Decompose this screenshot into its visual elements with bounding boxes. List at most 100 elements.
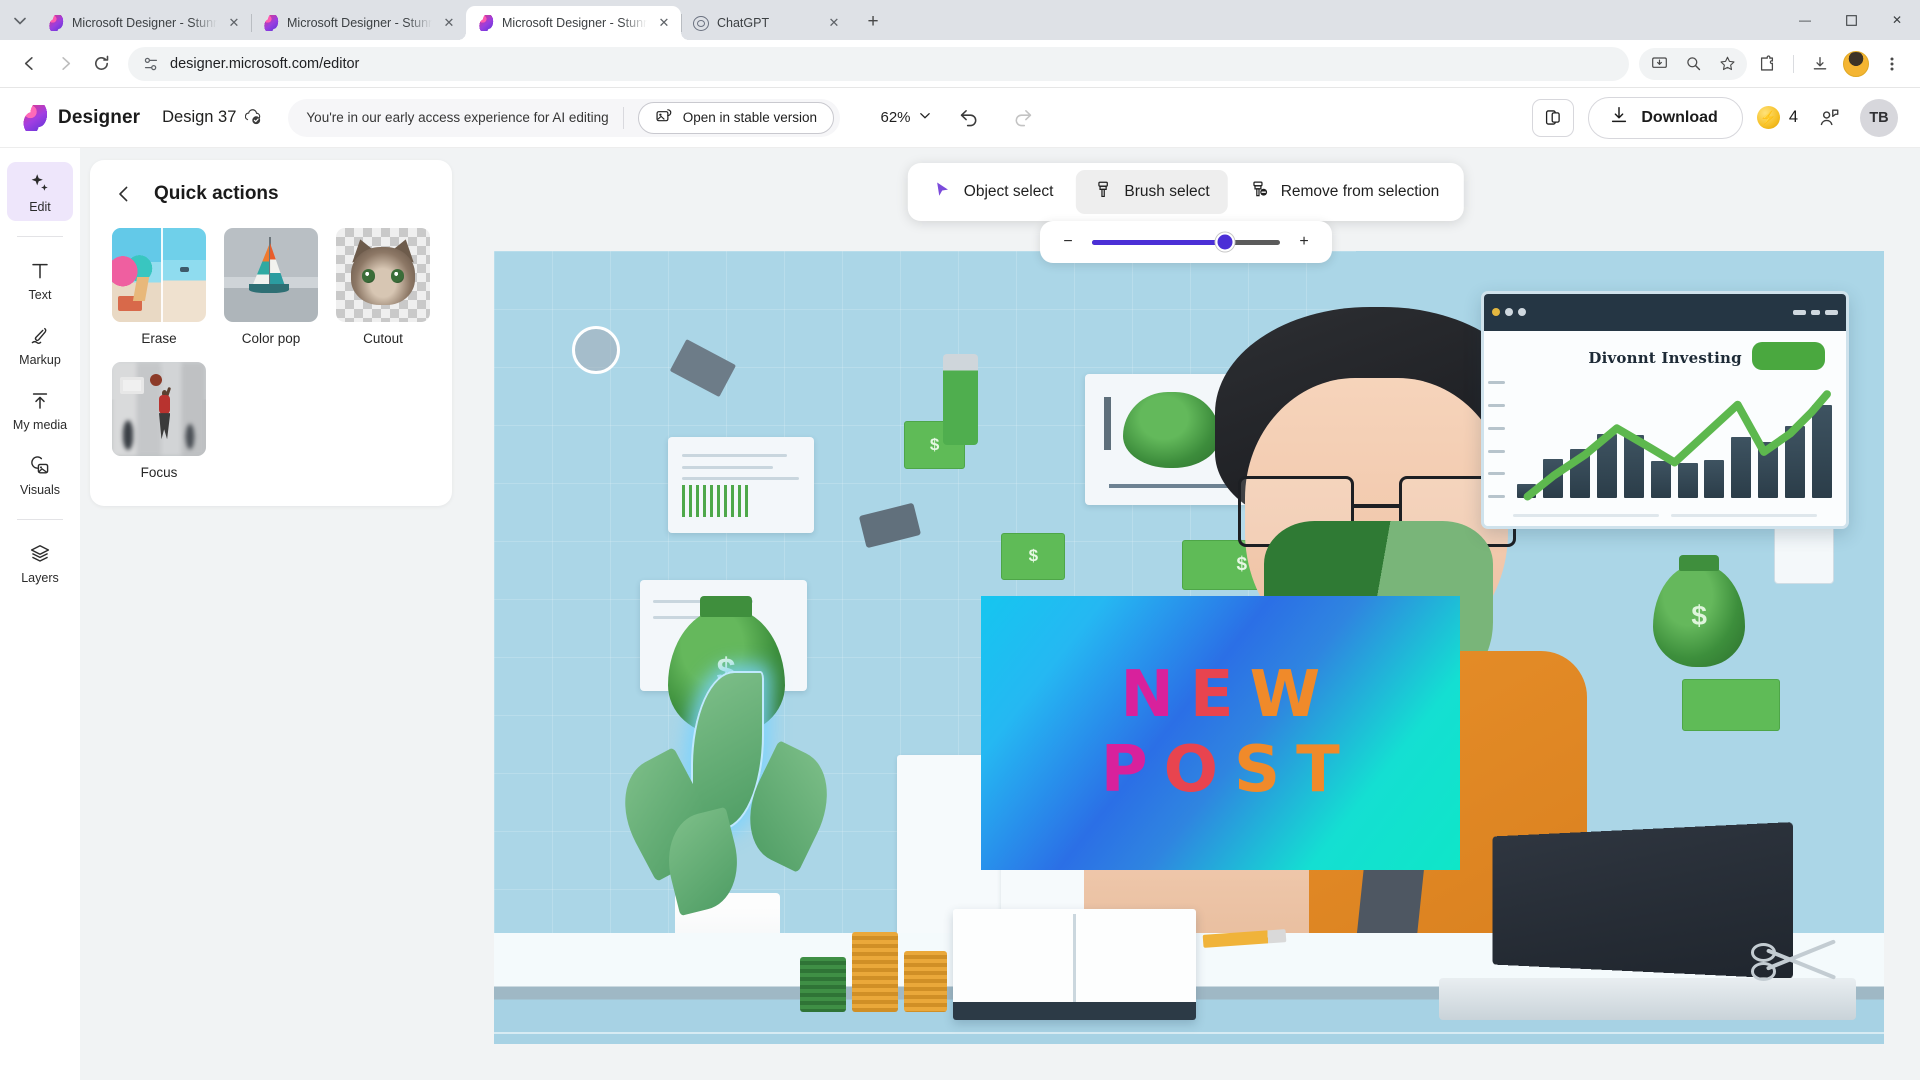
sidebar-item-label: Edit [29, 200, 51, 214]
overlay-letter: N [1120, 658, 1190, 733]
close-icon[interactable]: ✕ [825, 14, 843, 32]
saved-check-icon [245, 109, 262, 126]
site-settings-icon[interactable] [142, 55, 160, 73]
share-button[interactable] [1812, 101, 1846, 135]
quick-action-focus[interactable]: Focus [112, 362, 206, 480]
back-icon[interactable] [12, 47, 46, 81]
designer-favicon-icon [478, 15, 494, 31]
monitor-titlebar [1483, 293, 1847, 331]
brush-increase-button[interactable]: + [1294, 232, 1314, 252]
reload-icon[interactable] [84, 47, 118, 81]
credits-indicator[interactable]: ⚡ 4 [1756, 106, 1798, 129]
close-window-button[interactable]: ✕ [1874, 0, 1920, 40]
canvas-area[interactable]: Object select Brush select Remove from s… [452, 148, 1920, 1080]
sidebar-item-label: Markup [19, 353, 61, 367]
brush-select-button[interactable]: Brush select [1075, 170, 1228, 214]
zoom-level-dropdown[interactable]: 62% [880, 109, 931, 126]
design-title[interactable]: Design 37 [162, 108, 262, 127]
tab-curve [458, 32, 466, 40]
image-swap-icon [655, 107, 673, 128]
resize-canvas-button[interactable] [1532, 98, 1575, 137]
browser-tab-title: Microsoft Designer - Stunning d... [287, 16, 432, 30]
sidebar-item-visuals[interactable]: Visuals [7, 445, 73, 504]
overlay-letter: S [1234, 733, 1297, 808]
app-header: Designer Design 37 You're in our early a… [0, 88, 1920, 148]
slider-thumb[interactable] [1215, 232, 1235, 252]
coin-stacks [799, 917, 953, 1013]
credit-count: 4 [1788, 108, 1798, 126]
quick-action-label: Color pop [241, 331, 301, 346]
quick-action-erase[interactable]: Erase [112, 228, 206, 346]
tab-search-icon[interactable] [6, 7, 34, 35]
chatgpt-favicon-icon [693, 15, 709, 31]
new-tab-button[interactable]: + [859, 8, 887, 36]
omnibox-actions-group [1639, 47, 1747, 80]
chrome-menu-icon[interactable] [1876, 48, 1908, 80]
pen-markup-icon [28, 324, 52, 348]
quick-action-color-pop[interactable]: Color pop [224, 228, 318, 346]
bookmark-star-icon[interactable] [1711, 48, 1743, 80]
scissors [1750, 933, 1848, 989]
browser-tab-1[interactable]: Microsoft Designer - Stunning d... ✕ [36, 6, 251, 40]
redo-button[interactable] [1006, 101, 1040, 135]
browser-tab-4[interactable]: ChatGPT ✕ [681, 6, 851, 40]
early-access-text: You're in our early access experience fo… [306, 110, 609, 125]
maximize-button[interactable] [1828, 0, 1874, 40]
sidebar-item-text[interactable]: Text [7, 250, 73, 309]
open-in-stable-version-button[interactable]: Open in stable version [637, 101, 835, 134]
browser-tab-2[interactable]: Microsoft Designer - Stunning d... ✕ [251, 6, 466, 40]
zoom-icon[interactable] [1677, 48, 1709, 80]
monitor-badge [1752, 342, 1825, 370]
text-t-icon [28, 259, 52, 283]
zoom-level-value: 62% [880, 109, 911, 126]
basketball-focus-thumbnail [112, 362, 206, 456]
remove-from-selection-button[interactable]: Remove from selection [1232, 170, 1458, 214]
url-text: designer.microsoft.com/editor [170, 55, 360, 72]
sidebar-item-edit[interactable]: Edit [7, 162, 73, 221]
download-button[interactable]: Download [1588, 96, 1743, 139]
object-select-button[interactable]: Object select [915, 170, 1072, 214]
brush-icon [1093, 180, 1112, 204]
browser-tab-title: Microsoft Designer - Stunning ... [502, 16, 647, 30]
quick-action-cutout[interactable]: Cutout [336, 228, 430, 346]
dollar-bill-icon: $ [1001, 532, 1066, 581]
new-post-overlay[interactable]: NEW POST [980, 595, 1461, 870]
brush-minus-icon [1250, 180, 1269, 204]
user-avatar[interactable]: TB [1860, 98, 1898, 137]
brush-size-slider[interactable] [1092, 232, 1280, 252]
panel-header: Quick actions [112, 182, 430, 206]
close-icon[interactable]: ✕ [440, 14, 458, 32]
browser-tab-3-active[interactable]: Microsoft Designer - Stunning ... ✕ [458, 6, 681, 40]
install-app-icon[interactable] [1643, 48, 1675, 80]
toolbar-divider [1793, 54, 1794, 73]
beach-erase-thumbnail [112, 228, 206, 322]
brush-cursor [572, 326, 620, 374]
sidebar-item-markup[interactable]: Markup [7, 315, 73, 374]
brand-name: Designer [58, 106, 141, 128]
sidebar-item-my-media[interactable]: My media [7, 380, 73, 439]
close-icon[interactable]: ✕ [225, 14, 243, 32]
illustration-card [667, 437, 814, 533]
minimize-button[interactable]: — [1782, 0, 1828, 40]
cursor-arrow-icon [933, 180, 952, 204]
downloads-icon[interactable] [1804, 48, 1836, 80]
close-icon[interactable]: ✕ [655, 14, 673, 32]
sidebar-item-layers[interactable]: Layers [7, 533, 73, 592]
undo-button[interactable] [952, 101, 986, 135]
overlay-letter: T [1296, 733, 1356, 808]
browser-tab-title: Microsoft Designer - Stunning d... [72, 16, 217, 30]
brush-decrease-button[interactable]: − [1058, 232, 1078, 252]
divider [17, 236, 63, 237]
profile-avatar[interactable] [1840, 48, 1872, 80]
panel-back-button[interactable] [112, 182, 136, 206]
designer-brand[interactable]: Designer [0, 104, 141, 131]
open-book [952, 909, 1196, 1021]
forward-icon[interactable] [48, 47, 82, 81]
slider-fill [1092, 239, 1226, 245]
extensions-icon[interactable] [1751, 48, 1783, 80]
address-bar[interactable]: designer.microsoft.com/editor [128, 46, 1629, 81]
artboard[interactable]: $ $ $ $ $ [494, 251, 1884, 1044]
download-label: Download [1641, 108, 1718, 126]
stable-button-label: Open in stable version [682, 110, 818, 125]
overlay-line-2: POST [1085, 738, 1356, 802]
